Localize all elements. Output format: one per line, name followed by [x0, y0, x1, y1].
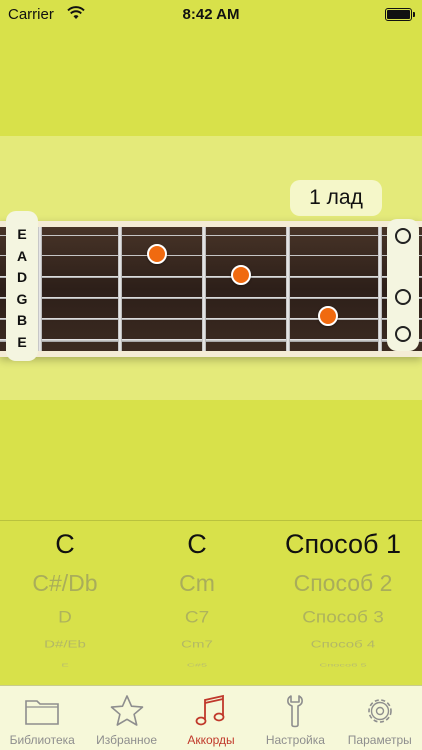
picker-column-variant[interactable]: Способ 1 Способ 2 Способ 3 Способ 4 Спос… — [264, 521, 422, 686]
picker-option[interactable]: Cm — [130, 570, 264, 597]
string-names-column: E A D G B E — [6, 211, 38, 361]
tab-label: Библиотека — [9, 733, 75, 747]
string-line — [0, 297, 422, 299]
finger-dot — [147, 244, 167, 264]
fret-wire — [202, 227, 206, 351]
string-name: A — [16, 248, 28, 264]
picker-option[interactable]: Cm7 — [130, 639, 264, 651]
string-name: D — [16, 269, 28, 285]
music-note-icon — [195, 694, 225, 726]
tab-bar: Библиотека Избранное Аккорды Настройка П… — [0, 685, 422, 750]
tab-chords[interactable]: Аккорды — [169, 686, 253, 750]
picker-column-type[interactable]: C Cm C7 Cm7 C#5 — [130, 521, 264, 686]
star-icon — [110, 695, 143, 726]
picker-option-selected[interactable]: Способ 1 — [264, 529, 422, 560]
string-line — [0, 255, 422, 256]
picker-option-selected[interactable]: C — [130, 529, 264, 560]
string-line — [0, 276, 422, 278]
wrench-icon — [287, 695, 304, 728]
tab-label: Настройка — [265, 733, 325, 747]
gear-icon — [367, 699, 392, 723]
neck-edge-bottom — [0, 351, 422, 357]
guitar-neck — [0, 221, 422, 357]
open-string-marker — [395, 326, 411, 342]
string-line — [0, 235, 422, 236]
picker-option[interactable]: Способ 3 — [264, 609, 422, 628]
string-line — [0, 339, 422, 342]
fret-wire — [118, 227, 122, 351]
string-name: E — [17, 226, 27, 242]
folder-icon — [25, 700, 59, 725]
finger-dot — [231, 265, 251, 285]
picker-option[interactable]: C#5 — [130, 662, 264, 667]
picker-option[interactable]: Способ 4 — [264, 639, 422, 651]
tab-favorites[interactable]: Избранное — [84, 686, 168, 750]
open-string-marker — [395, 289, 411, 305]
tab-label: Аккорды — [187, 733, 235, 747]
picker-option[interactable]: C#/Db — [0, 570, 130, 597]
battery-icon — [385, 8, 415, 21]
string-line — [0, 318, 422, 320]
tab-label: Параметры — [347, 733, 412, 747]
string-name: G — [16, 291, 28, 307]
picker-option-selected[interactable]: C — [0, 529, 130, 560]
tab-library[interactable]: Библиотека — [0, 686, 84, 750]
chord-picker[interactable]: C C#/Db D D#/Eb E C Cm C7 Cm7 C#5 Способ… — [0, 520, 422, 685]
picker-option[interactable]: C7 — [130, 609, 264, 628]
fret-wire — [378, 227, 382, 351]
picker-option[interactable]: Способ 2 — [264, 570, 422, 597]
fret-wire — [286, 227, 290, 351]
picker-column-root[interactable]: C C#/Db D D#/Eb E — [0, 521, 130, 686]
string-name: E — [17, 334, 27, 350]
clock: 8:42 AM — [182, 6, 240, 23]
picker-option[interactable]: D — [0, 609, 130, 628]
picker-option[interactable]: D#/Eb — [0, 639, 130, 651]
finger-dot — [318, 306, 338, 326]
picker-option[interactable]: E — [0, 662, 130, 667]
fret-number-badge: 1 лад — [290, 180, 382, 216]
neck-edge-top — [0, 221, 422, 227]
fret-wire — [38, 227, 42, 351]
tab-settings[interactable]: Параметры — [338, 686, 422, 750]
string-name: B — [16, 312, 28, 328]
tab-label: Избранное — [96, 733, 157, 747]
status-bar: Carrier 8:42 AM — [0, 0, 422, 30]
open-string-marker — [395, 228, 411, 244]
tab-tuning[interactable]: Настройка — [253, 686, 337, 750]
picker-option[interactable]: Способ 5 — [264, 662, 422, 667]
open-strings-column — [387, 219, 419, 351]
